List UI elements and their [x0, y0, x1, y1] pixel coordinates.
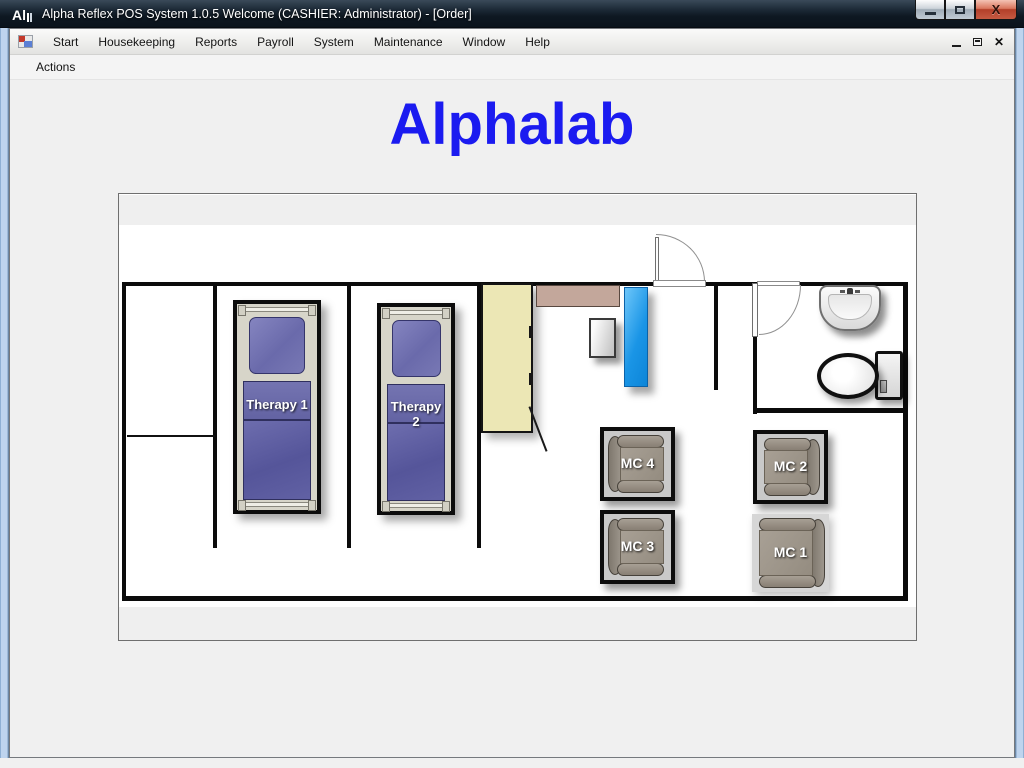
minimize-button[interactable] — [915, 0, 945, 20]
close-icon: X — [992, 3, 1001, 16]
cabinet — [481, 283, 533, 433]
wall-hall-stub — [714, 285, 718, 390]
actions-menubar: Actions — [10, 55, 1014, 80]
chair-label: MC 3 — [604, 538, 671, 554]
mdi-minimize-icon[interactable] — [952, 45, 961, 47]
chair-label: MC 4 — [604, 455, 671, 471]
toilet-tank — [875, 351, 903, 400]
massage-chair-mc2[interactable]: MC 2 — [753, 430, 828, 504]
bed-blanket — [243, 420, 311, 500]
left-room-counter-line — [127, 435, 215, 437]
bed-footboard — [383, 503, 449, 508]
bed-blanket — [387, 423, 445, 501]
mdi-child-controls: ✕ — [952, 36, 1004, 48]
menu-system[interactable]: System — [304, 31, 364, 53]
menu-payroll[interactable]: Payroll — [247, 31, 304, 53]
menu-housekeeping[interactable]: Housekeeping — [88, 31, 185, 53]
bed-headboard — [239, 307, 315, 312]
entrance-door-sill — [653, 280, 706, 287]
mdi-close-icon[interactable]: ✕ — [994, 36, 1004, 48]
therapy-room-label: Therapy 1 — [237, 397, 317, 412]
menu-help[interactable]: Help — [515, 31, 560, 53]
cabinet-open-door-line — [528, 406, 547, 452]
bed-pillow — [392, 320, 441, 377]
flush-button — [880, 380, 887, 393]
wall-room-divider-1 — [213, 285, 217, 548]
app-window: Al Alpha Reflex POS System 1.0.5 Welcome… — [0, 0, 1024, 768]
chair-label: MC 2 — [757, 458, 824, 474]
massage-chair-mc1[interactable]: MC 1 — [752, 514, 829, 592]
bathroom-door-panel — [752, 283, 758, 337]
client-area: Start Housekeeping Reports Payroll Syste… — [9, 28, 1015, 758]
therapy-room-label: Therapy 2 — [388, 399, 444, 429]
bed-pillow — [249, 317, 305, 374]
wall-bathroom-bottom — [753, 408, 908, 413]
minimize-icon — [925, 12, 936, 15]
wall-bottom — [122, 596, 908, 601]
entrance-door-swing-arc — [656, 234, 705, 282]
floorplan-canvas[interactable]: Therapy 1 Therapy 2 — [118, 193, 917, 641]
bed-footboard — [239, 502, 315, 507]
bathroom-door-swing-arc — [759, 285, 801, 335]
menu-actions[interactable]: Actions — [26, 56, 85, 78]
sink — [819, 285, 881, 331]
wall-bathroom-left — [753, 337, 757, 414]
menu-maintenance[interactable]: Maintenance — [364, 31, 453, 53]
side-table — [589, 318, 616, 358]
therapy-bed-2[interactable]: Therapy 2 — [377, 303, 455, 515]
toilet-bowl — [817, 353, 879, 399]
window-title: Alpha Reflex POS System 1.0.5 Welcome (C… — [42, 7, 472, 21]
app-logo-icon: Al — [12, 6, 34, 22]
wall-shelf — [536, 285, 620, 307]
floorplan-bottom-margin — [119, 607, 916, 640]
massage-chair-mc3[interactable]: MC 3 — [600, 510, 675, 584]
entrance-door-panel — [655, 237, 659, 283]
titlebar[interactable]: Al Alpha Reflex POS System 1.0.5 Welcome… — [0, 0, 1024, 28]
window-border-left — [0, 28, 9, 758]
wall-left — [122, 282, 126, 601]
menu-reports[interactable]: Reports — [185, 31, 247, 53]
bed-headboard — [383, 310, 449, 315]
exercise-mat — [624, 287, 648, 387]
toilet — [817, 351, 905, 403]
window-border-bottom — [0, 758, 1024, 768]
menubar: Start Housekeeping Reports Payroll Syste… — [10, 29, 1014, 55]
chair-label: MC 1 — [752, 544, 829, 560]
wall-right — [903, 282, 908, 601]
wall-room-divider-2 — [347, 285, 351, 548]
massage-chair-mc4[interactable]: MC 4 — [600, 427, 675, 501]
window-border-right — [1015, 28, 1024, 758]
restore-button[interactable] — [945, 0, 975, 20]
mdi-child-form-icon[interactable] — [18, 35, 33, 48]
therapy-bed-1[interactable]: Therapy 1 — [233, 300, 321, 514]
restore-icon — [955, 6, 965, 14]
menu-start[interactable]: Start — [43, 31, 88, 53]
window-controls: X — [915, 0, 1017, 20]
menu-window[interactable]: Window — [453, 31, 516, 53]
close-button[interactable]: X — [975, 0, 1017, 20]
mdi-restore-icon[interactable] — [973, 38, 982, 46]
page-title: Alphalab — [10, 91, 1014, 158]
floorplan-top-margin — [119, 195, 916, 225]
